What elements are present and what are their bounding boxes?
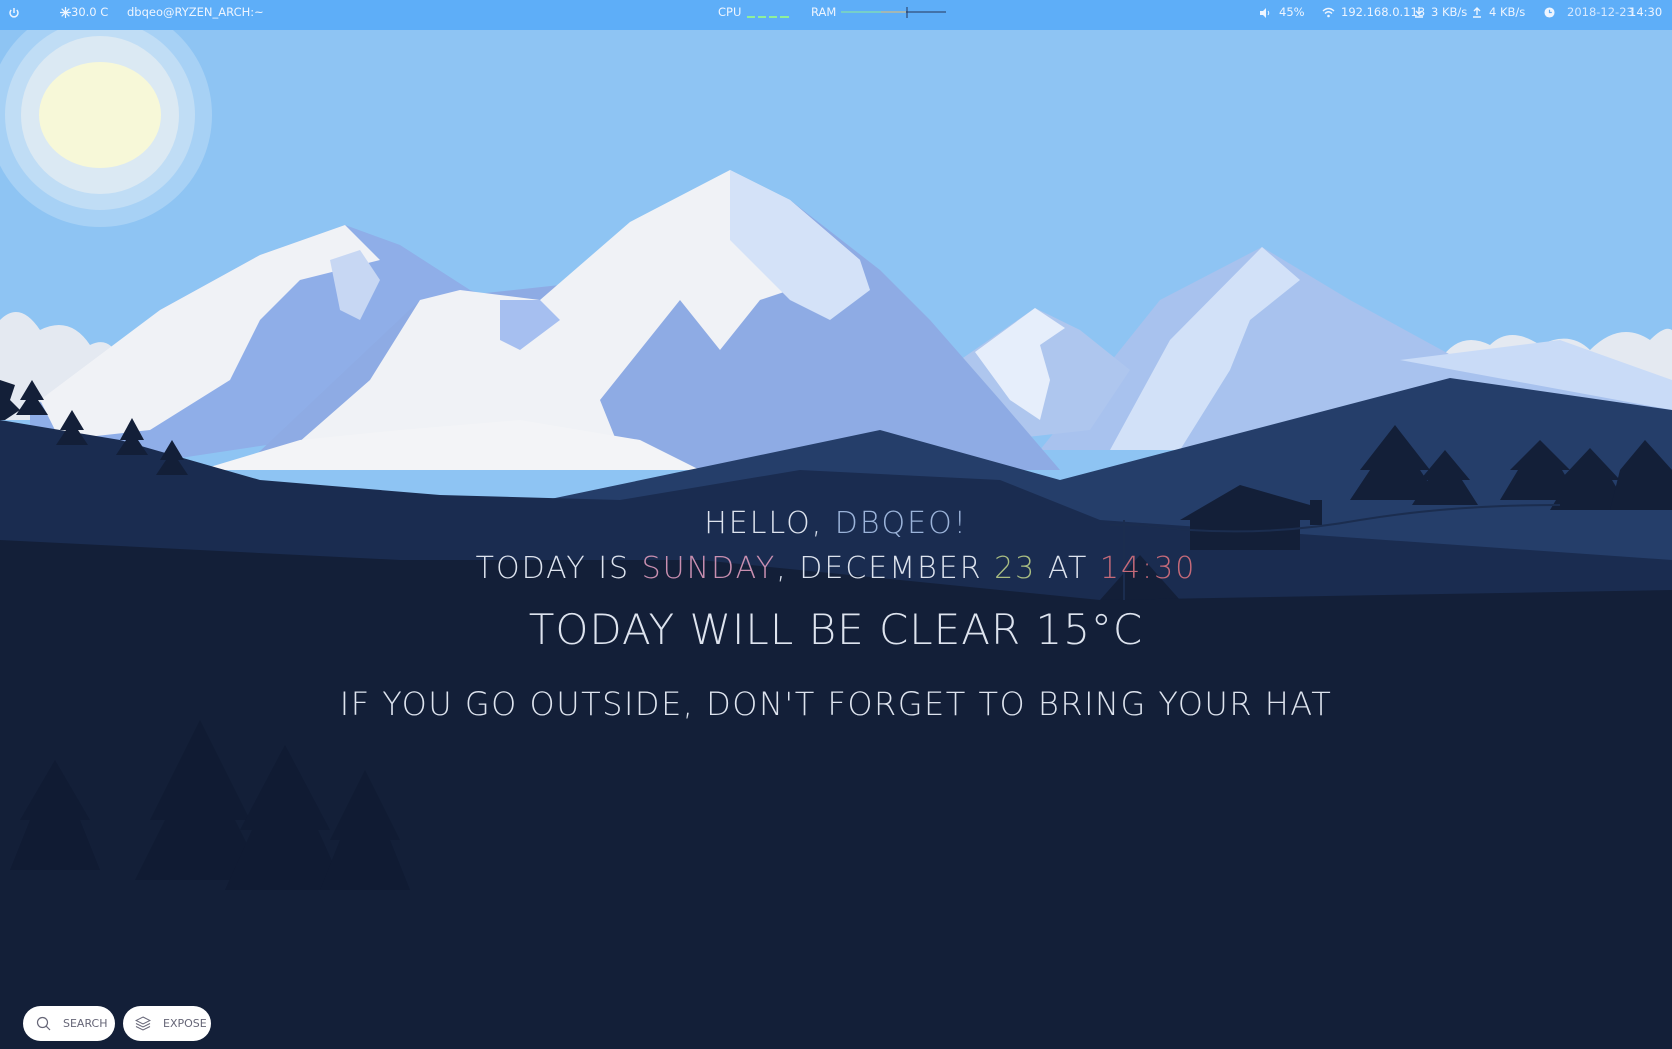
- volume-button[interactable]: [1259, 0, 1271, 30]
- at-text: AT: [1036, 551, 1100, 586]
- search-label: SEARCH: [63, 1017, 108, 1030]
- date-line: TODAY IS SUNDAY, DECEMBER 23 AT 14:30: [0, 551, 1672, 586]
- time-label: 14:30: [1629, 5, 1663, 19]
- greeting-line: HELLO, DBQEO!: [0, 506, 1672, 541]
- cpu-graph: [747, 16, 789, 18]
- network-button[interactable]: [1322, 0, 1335, 30]
- upload-speed: 4 KB/s: [1489, 5, 1526, 19]
- weekday: SUNDAY: [641, 551, 777, 586]
- power-button[interactable]: [8, 0, 20, 30]
- ram-label: RAM: [811, 5, 837, 19]
- search-button[interactable]: SEARCH: [23, 1006, 115, 1041]
- clock-icon: [1544, 0, 1555, 30]
- wifi-icon: [1322, 7, 1335, 18]
- upload-icon: [1472, 0, 1482, 30]
- date-label: 2018-12-23: [1567, 5, 1634, 19]
- snowflake-icon: [60, 7, 71, 18]
- temperature-widget: 30.0 C: [60, 0, 108, 30]
- hello-text: HELLO,: [704, 506, 835, 541]
- volume-value: 45%: [1279, 5, 1305, 19]
- expose-button[interactable]: EXPOSE: [123, 1006, 211, 1041]
- temperature-value: 30.0 C: [71, 5, 109, 19]
- username: DBQEO!: [834, 506, 968, 541]
- expose-label: EXPOSE: [163, 1017, 207, 1030]
- download-icon: [1414, 0, 1424, 30]
- status-bar: 30.0 C dbqeo@RYZEN_ARCH:~ CPU RAM 45% 19…: [0, 0, 1672, 30]
- advice-line: IF YOU GO OUTSIDE, DON'T FORGET TO BRING…: [339, 685, 1333, 723]
- user-host-label: dbqeo@RYZEN_ARCH:~: [127, 5, 264, 19]
- power-icon: [9, 7, 19, 18]
- download-speed: 3 KB/s: [1431, 5, 1468, 19]
- month-text: , DECEMBER: [776, 551, 995, 586]
- day-number: 23: [994, 551, 1037, 586]
- greeting-time: 14:30: [1099, 551, 1197, 586]
- today-is-text: TODAY IS: [475, 551, 642, 586]
- ip-address: 192.168.0.113: [1341, 5, 1426, 19]
- cpu-label: CPU: [718, 5, 742, 19]
- search-icon: [36, 1016, 51, 1031]
- weather-line: TODAY WILL BE CLEAR 15°C: [528, 605, 1144, 654]
- layers-icon: [135, 1016, 151, 1031]
- speaker-icon: [1260, 7, 1270, 18]
- ram-graph: [841, 7, 946, 18]
